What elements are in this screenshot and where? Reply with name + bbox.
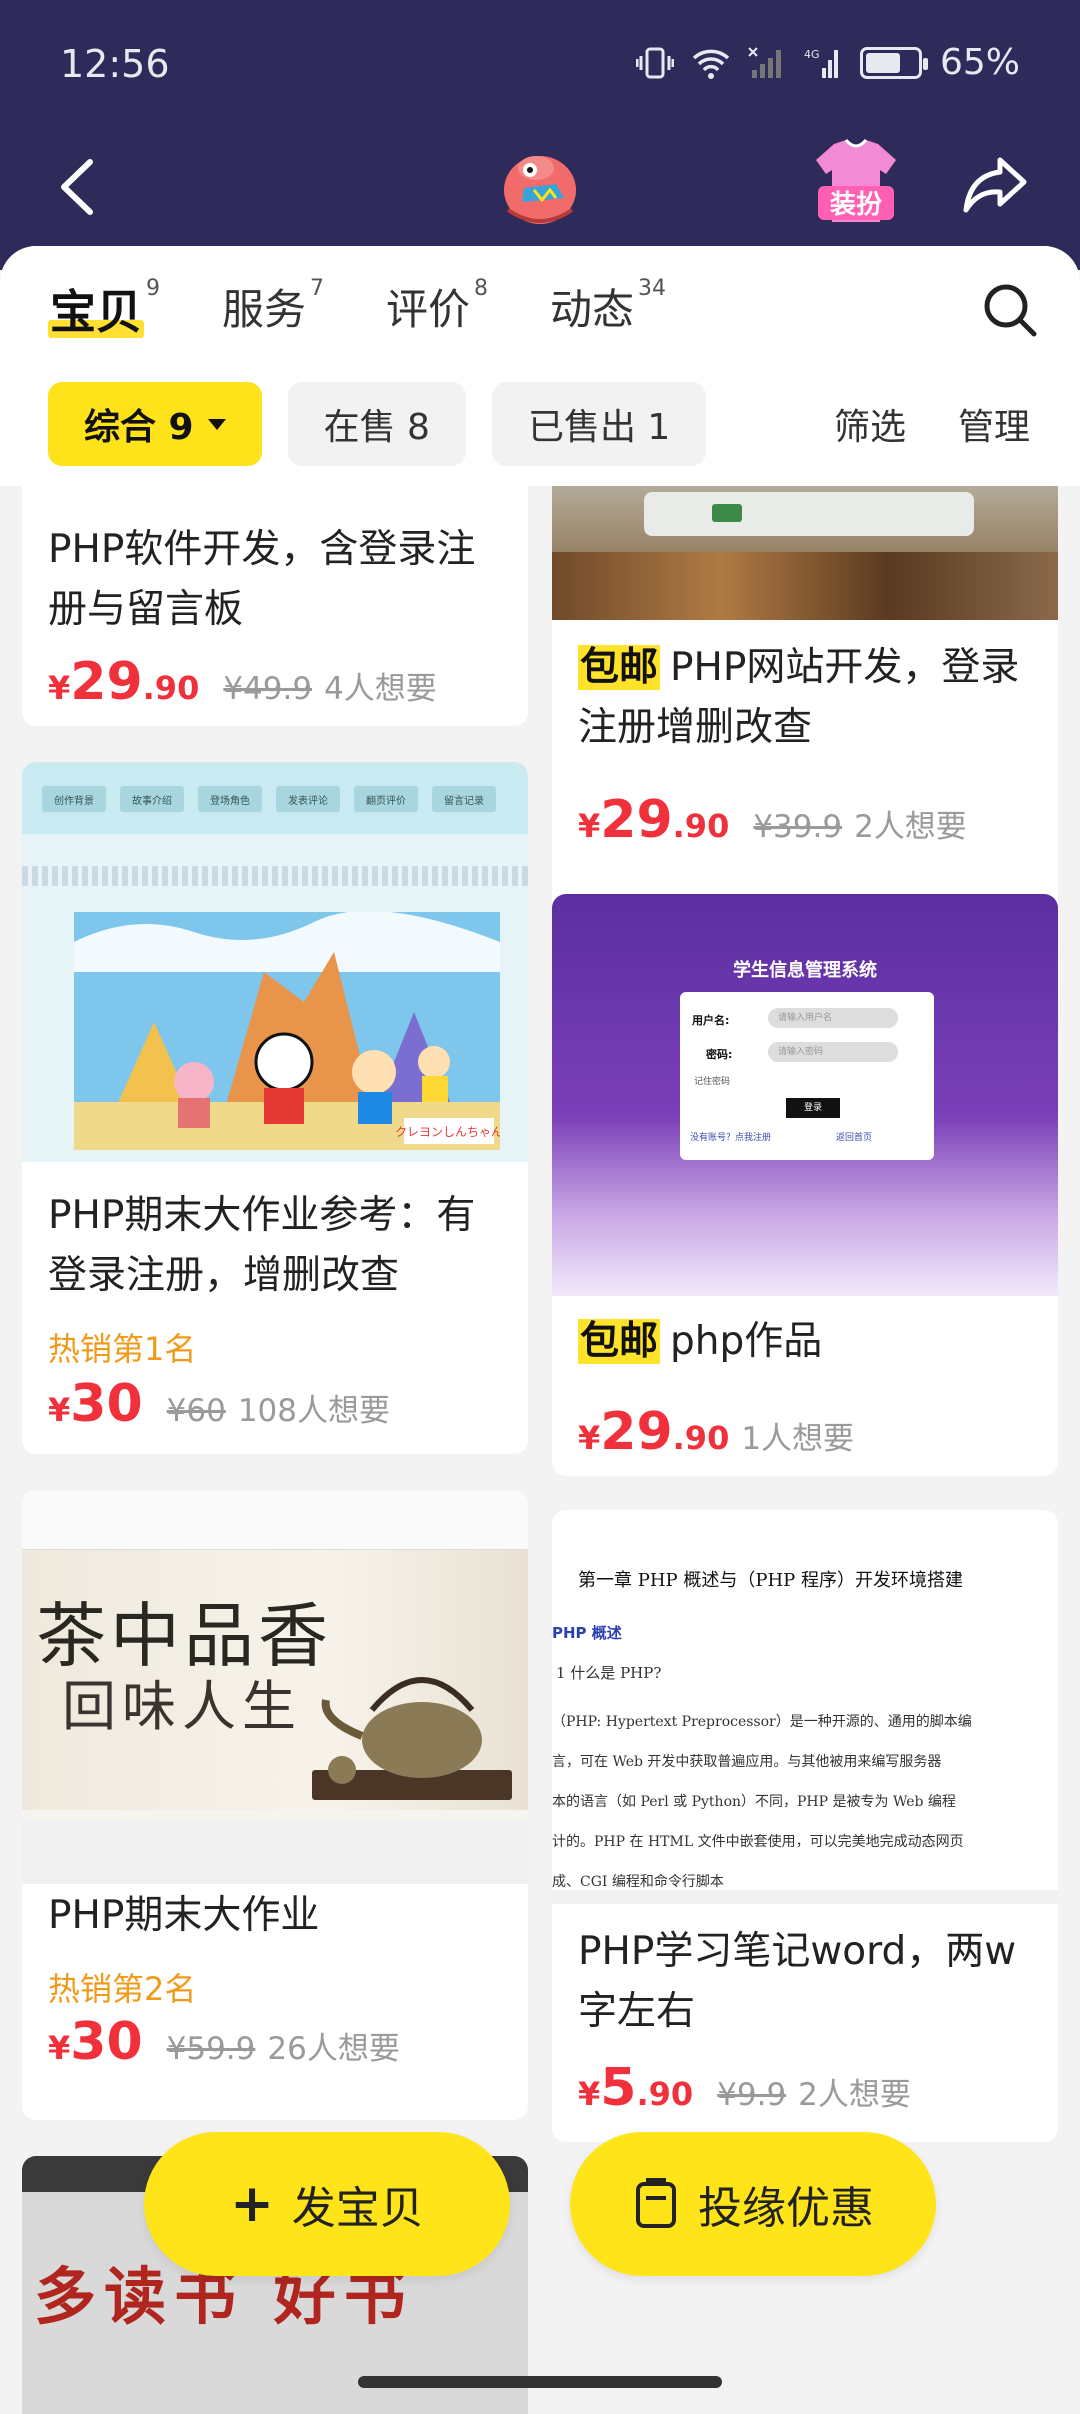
price-row: ¥29.90 ¥49.9 4人想要 [48,652,437,712]
price-row: ¥30 ¥60 108人想要 [48,1374,390,1434]
filter-chips: 综合 9 在售 8 已售出 1 [48,382,707,466]
tab-reviews[interactable]: 评价 8 [386,276,488,337]
product-title: 包邮 PHP网站开发，登录注册增删改查 [578,645,1020,750]
want-count: 2人想要 [854,809,967,845]
vibrate-icon [635,47,674,78]
signal-empty-icon [748,46,781,78]
original-price: ¥60 [166,1393,226,1429]
product-image: 创作背景 故事介绍 登场角色 发表评论 翻页评价 留言记录 クレヨンしんちゃん [22,762,528,1162]
tab-activity[interactable]: 动态 34 [550,276,666,337]
want-count: 26人想要 [267,2031,400,2067]
filter-chip-on-sale[interactable]: 在售 8 [287,382,466,466]
promo-button[interactable]: 投缘优惠 [570,2132,936,2276]
product-card[interactable]: 学生信息管理系统 用户名: 请输入用户名 密码: 请输入密码 记住密码 登录 没… [552,894,1058,1476]
wifi-icon [692,49,730,79]
product-image: 学生信息管理系统 用户名: 请输入用户名 密码: 请输入密码 记住密码 登录 没… [552,894,1058,1296]
hot-rank-label: 热销第1名 [48,1330,197,1368]
product-card[interactable]: 创作背景 故事介绍 登场角色 发表评论 翻页评价 留言记录 クレヨンしんちゃん … [22,762,528,1454]
original-price: ¥9.9 [717,2077,787,2113]
cartoon-avatar-icon[interactable] [494,140,586,232]
want-count: 2人想要 [798,2077,911,2113]
tab-products[interactable]: 宝贝 9 [48,276,160,342]
product-title: PHP期末大作业参考：有登录注册，增删改查 [48,1193,476,1298]
filter-chip-sold[interactable]: 已售出 1 [491,382,707,466]
manage-button[interactable]: 管理 [958,398,1030,450]
filter-button[interactable]: 筛选 [834,398,906,450]
svg-text:クレヨンしんちゃん: クレヨンしんちゃん [395,1125,500,1139]
search-icon[interactable] [980,280,1040,340]
publish-item-button[interactable]: + 发宝贝 [144,2132,510,2276]
chevron-down-icon [207,418,226,430]
product-image: 第一章 PHP 概述与（PHP 程序）开发环境搭建 PHP 概述 1 什么是 P… [552,1510,1058,1904]
back-arrow-icon[interactable] [52,152,112,222]
price-row: ¥29.90 1人想要 [578,1402,855,1462]
product-image: 茶中品香 回味人生 [22,1490,528,1884]
clipboard-icon [636,2178,676,2228]
filter-chip-all[interactable]: 综合 9 [48,382,262,466]
battery-percent: 65% [939,42,1020,83]
tab-bar: 宝贝 9 服务 7 评价 8 动态 34 [48,276,666,342]
price-row: ¥30 ¥59.9 26人想要 [48,2012,400,2072]
product-card[interactable]: 第一章 PHP 概述与（PHP 程序）开发环境搭建 PHP 概述 1 什么是 P… [552,1510,1058,2142]
want-count: 108人想要 [237,1393,390,1429]
tab-services[interactable]: 服务 7 [222,276,324,337]
tabs-and-filters: 宝贝 9 服务 7 评价 8 动态 34 综合 9 在售 8 已售出 1 筛选 管理 [0,246,1080,486]
battery-icon [859,46,928,79]
want-count: 1人想要 [741,1421,855,1457]
cartoon-illustration: クレヨンしんちゃん [74,912,500,1150]
share-arrow-icon[interactable] [960,152,1030,218]
status-bar: 12:56 4G 65% [0,0,1080,130]
product-title: PHP学习笔记word，两w字左右 [578,1929,1017,2034]
status-time: 12:56 [60,42,170,86]
original-price: ¥39.9 [753,809,843,845]
gesture-home-bar[interactable] [358,2376,722,2388]
product-title: PHP软件开发，含登录注册与留言板 [48,527,476,632]
product-card[interactable]: 茶中品香 回味人生 PHP期末大作业 热销第2名 ¥30 ¥59.9 26人想要 [22,1490,528,2120]
original-price: ¥59.9 [166,2031,256,2067]
price-row: ¥29.90 ¥39.9 2人想要 [578,790,967,850]
teapot-illustration [312,1677,512,1800]
product-title: 包邮 php作品 [578,1319,823,1364]
dressup-shirt-icon[interactable]: 装扮 [812,138,900,230]
dressup-label: 装扮 [830,190,882,220]
hot-rank-label: 热销第2名 [48,1970,197,2008]
want-count: 4人想要 [324,671,437,707]
free-shipping-badge: 包邮 [578,1319,661,1364]
product-title: PHP期末大作业 [48,1893,320,1938]
original-price: ¥49.9 [223,671,313,707]
plus-icon: + [230,2174,274,2234]
free-shipping-badge: 包邮 [578,645,661,690]
signal-4g-icon: 4G [804,48,838,78]
top-header: 12:56 4G 65% 装扮 [0,0,1080,270]
svg-text:4G: 4G [804,48,820,61]
shop-content: 宝贝 9 服务 7 评价 8 动态 34 综合 9 在售 8 已售出 1 筛选 管理 P… [0,246,1080,2414]
price-row: ¥5.90 ¥9.9 2人想要 [578,2058,911,2118]
nav-row: 装扮 [0,130,1080,240]
